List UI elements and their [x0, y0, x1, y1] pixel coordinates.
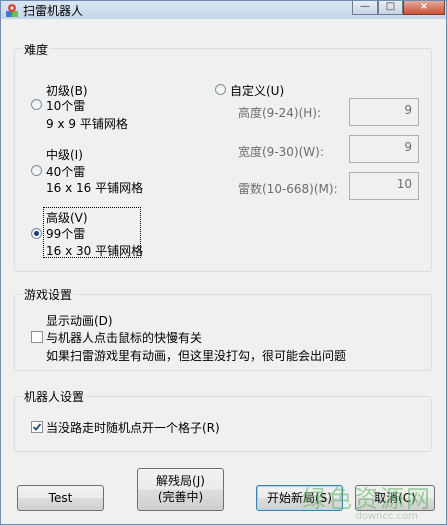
- custom-width-label: 宽度(9-30)(W):: [238, 145, 324, 159]
- radio-selected-dot: [34, 231, 39, 236]
- expert-mines: 99个雷: [46, 227, 86, 241]
- difficulty-group-label: 难度: [22, 41, 51, 58]
- main-window: 扫雷机器人 — □ × 难度 初级(B) 10个雷 9 x 9 平铺网格 中级(…: [0, 0, 447, 525]
- robot-settings-label: 机器人设置: [22, 388, 87, 405]
- expert-grid: 16 x 30 平铺网格: [46, 244, 144, 258]
- custom-width-input[interactable]: 9: [349, 135, 419, 163]
- animation-note: 如果扫雷游戏里有动画，但这里没打勾，很可能会出问题: [46, 349, 347, 363]
- beginner-mines: 10个雷: [46, 99, 86, 113]
- checkmark-icon: [32, 423, 42, 431]
- intermediate-radio[interactable]: [31, 165, 42, 176]
- animation-checkbox[interactable]: [31, 331, 43, 343]
- intermediate-mines: 40个雷: [46, 165, 86, 179]
- solve-endgame-button[interactable]: 解残局(J) (完善中): [137, 468, 224, 511]
- close-button[interactable]: ×: [403, 1, 445, 15]
- beginner-radio[interactable]: [31, 99, 42, 110]
- maximize-button[interactable]: □: [378, 1, 403, 15]
- game-settings-label: 游戏设置: [22, 286, 75, 303]
- custom-mines-input[interactable]: 10: [349, 172, 419, 200]
- solve-endgame-line2: (完善中): [157, 490, 204, 504]
- beginner-grid: 9 x 9 平铺网格: [46, 117, 128, 131]
- custom-height-label: 高度(9-24)(H):: [238, 106, 322, 120]
- app-icon: [6, 4, 18, 17]
- expert-label: 高级(V): [46, 211, 88, 225]
- test-button[interactable]: Test: [17, 485, 104, 511]
- animation-label: 显示动画(D): [46, 314, 113, 328]
- title-bar[interactable]: 扫雷机器人 — □ ×: [1, 1, 446, 19]
- intermediate-grid: 16 x 16 平铺网格: [46, 181, 144, 195]
- intermediate-label: 中级(I): [46, 148, 83, 162]
- random-click-label: 当没路走时随机点开一个格子(R): [46, 421, 220, 435]
- custom-radio[interactable]: [215, 84, 226, 95]
- animation-sync-label: 与机器人点击鼠标的快慢有关: [46, 331, 203, 345]
- window-title: 扫雷机器人: [23, 4, 84, 18]
- solve-endgame-line1: 解残局(J): [156, 474, 205, 488]
- watermark-sub: downcc.com: [355, 511, 418, 522]
- watermark-text: 绿色资源网: [302, 485, 432, 513]
- random-click-checkbox[interactable]: [31, 421, 43, 433]
- custom-height-input[interactable]: 9: [349, 98, 419, 126]
- expert-radio[interactable]: [31, 228, 42, 239]
- custom-label: 自定义(U): [230, 84, 285, 98]
- minimize-button[interactable]: —: [352, 1, 378, 15]
- custom-mines-label: 雷数(10-668)(M):: [238, 182, 338, 196]
